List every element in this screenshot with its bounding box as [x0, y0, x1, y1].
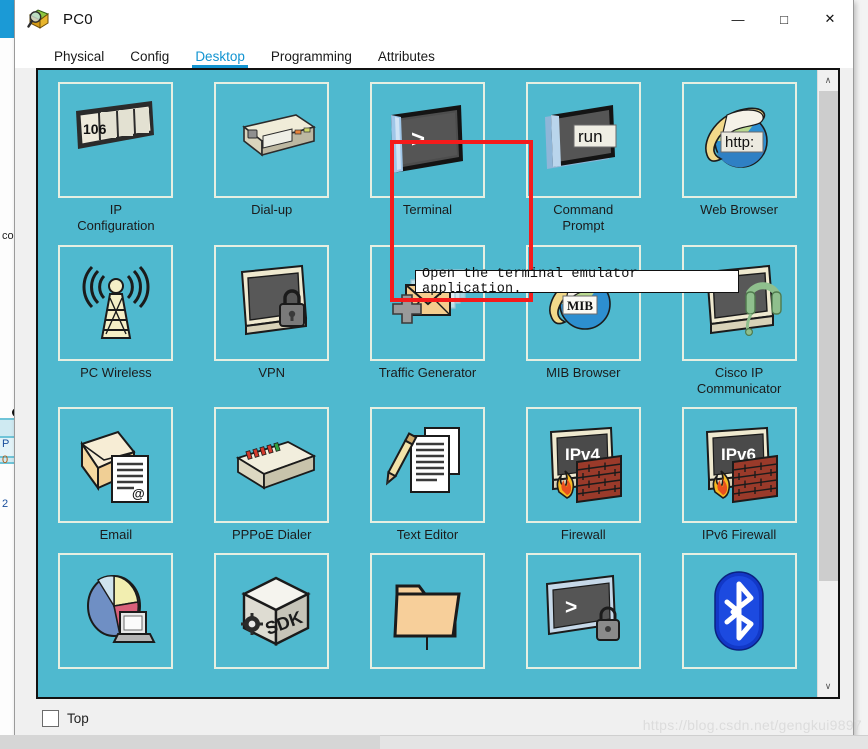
desktop-item-label: Firewall — [560, 527, 606, 542]
top-checkbox[interactable] — [42, 709, 59, 727]
close-button[interactable]: ✕ — [807, 0, 853, 38]
tab-bar: Physical Config Desktop Programming Attr… — [15, 38, 853, 68]
desktop-item-command-prompt[interactable]: run Command Prompt — [505, 82, 661, 235]
packet-tracer-icon — [27, 6, 53, 32]
secure-terminal-icon: > — [537, 568, 629, 654]
svg-text:@: @ — [132, 486, 145, 501]
bluetooth-icon — [693, 568, 785, 654]
ipv6-firewall-icon: IPv6 — [693, 422, 785, 508]
ip-config-value: 106 — [83, 121, 107, 137]
title-bar[interactable]: PC0 — □ ✕ — [15, 0, 853, 38]
tooltip: Open the terminal emulator application. — [415, 267, 739, 297]
desktop-item-label: PPPoE Dialer — [231, 527, 312, 542]
command-prompt-icon: run — [537, 97, 629, 183]
terminal-prompt-glyph: > — [411, 126, 425, 153]
scrollbar-thumb[interactable] — [818, 91, 838, 581]
pppoe-dialer-icon — [226, 422, 318, 508]
folder-icon — [381, 568, 473, 654]
background-accent-strip — [0, 0, 14, 38]
bg-fragment-0: co — [2, 230, 14, 242]
desktop-item-label: MIB Browser — [546, 364, 621, 380]
window-controls: — □ ✕ — [715, 0, 853, 38]
desktop-item-email[interactable]: @ Email — [38, 407, 194, 543]
web-browser-icon: http: — [693, 97, 785, 183]
desktop-item-terminal[interactable]: > Terminal — [350, 82, 506, 235]
desktop-item-label: Text Editor — [396, 527, 459, 542]
ip-configuration-icon: 106 — [70, 97, 162, 183]
scroll-down-button[interactable]: ∨ — [817, 676, 838, 697]
terminal-icon: > — [381, 97, 473, 183]
scroll-up-button[interactable]: ∧ — [817, 70, 838, 91]
sdk-box-icon: SDK — [226, 568, 318, 654]
firewall-icon: IPv4 — [537, 422, 629, 508]
desktop-item-label: Terminal — [402, 202, 453, 217]
desktop-item-label: Email — [99, 527, 133, 542]
tab-desktop[interactable]: Desktop — [182, 49, 258, 69]
desktop-item-dial-up[interactable]: Dial-up — [194, 82, 350, 235]
text-editor-icon — [381, 422, 473, 508]
desktop-item-label: Command Prompt — [553, 202, 614, 234]
desktop-item-bluetooth[interactable] — [661, 553, 817, 670]
window-title: PC0 — [63, 10, 93, 28]
vpn-icon — [226, 260, 318, 346]
desktop-item-pppoe-dialer[interactable]: PPPoE Dialer — [194, 407, 350, 543]
dial-up-modem-icon — [226, 97, 318, 183]
desktop-item-label: VPN — [258, 364, 286, 380]
desktop-scrollbar[interactable]: ∧ ∨ — [817, 70, 838, 697]
desktop-item-label: Traffic Generator — [378, 364, 477, 380]
background-taskbar-segment — [0, 735, 380, 749]
pc-wireless-icon — [70, 260, 162, 346]
desktop-item-label: PC Wireless — [80, 364, 152, 380]
desktop-item-label: IPv6 Firewall — [701, 527, 777, 542]
desktop-item-label: Dial-up — [251, 202, 293, 217]
svg-text:>: > — [565, 596, 577, 619]
desktop-item-ipv6-firewall[interactable]: IPv6 IPv6 Firewall — [661, 407, 817, 543]
tab-config[interactable]: Config — [117, 49, 182, 69]
email-icon: @ — [70, 422, 162, 508]
chart-monitor-icon — [70, 568, 162, 654]
desktop-item-folder[interactable] — [350, 553, 506, 670]
desktop-item-label: Cisco IP Communicator — [696, 364, 782, 396]
desktop-item-label: Web Browser — [700, 202, 778, 217]
bg-fragment-1: P — [2, 438, 10, 450]
desktop-panel: 106 IP Configuration Dial-up > Terminal … — [36, 68, 840, 699]
command-prompt-run-text: run — [578, 127, 603, 146]
desktop-item-web-browser[interactable]: http: Web Browser — [661, 82, 817, 235]
desktop-item-chart-monitor[interactable] — [38, 553, 194, 670]
desktop-icon-grid: 106 IP Configuration Dial-up > Terminal … — [38, 70, 817, 670]
desktop-item-text-editor[interactable]: Text Editor — [350, 407, 506, 543]
minimize-button[interactable]: — — [715, 0, 761, 38]
desktop-item-sdk[interactable]: SDK — [194, 553, 350, 670]
tab-attributes[interactable]: Attributes — [365, 49, 448, 69]
tab-physical[interactable]: Physical — [41, 49, 117, 69]
desktop-item-secure-terminal[interactable]: > — [505, 553, 661, 670]
tab-programming[interactable]: Programming — [258, 49, 365, 69]
maximize-button[interactable]: □ — [761, 0, 807, 38]
window-body: 106 IP Configuration Dial-up > Terminal … — [15, 68, 853, 737]
icon-row-3: @ Email PPPoE Dialer Text Editor IPv4 Fi… — [38, 407, 817, 543]
desktop-icon-area: 106 IP Configuration Dial-up > Terminal … — [38, 70, 817, 697]
icon-row-4: SDK > — [38, 553, 817, 670]
desktop-item-firewall[interactable]: IPv4 Firewall — [505, 407, 661, 543]
web-browser-http-text: http: — [725, 134, 754, 151]
scrollbar-track[interactable] — [817, 91, 838, 676]
pc0-window[interactable]: PC0 — □ ✕ Physical Config Desktop Progra… — [14, 0, 854, 738]
icon-row-1: 106 IP Configuration Dial-up > Terminal … — [38, 82, 817, 235]
desktop-item-ip-configuration[interactable]: 106 IP Configuration — [38, 82, 194, 235]
mib-label-text: MIB — [567, 298, 593, 313]
desktop-item-vpn[interactable]: VPN — [194, 244, 350, 398]
top-checkbox-label: Top — [67, 710, 89, 726]
bg-fragment-3: 2 — [2, 498, 9, 510]
desktop-item-label: IP Configuration — [77, 202, 155, 234]
desktop-item-pc-wireless[interactable]: PC Wireless — [38, 244, 194, 398]
watermark: https://blog.csdn.net/gengkui9897 — [642, 717, 862, 733]
bg-fragment-2: 0 — [2, 454, 9, 466]
